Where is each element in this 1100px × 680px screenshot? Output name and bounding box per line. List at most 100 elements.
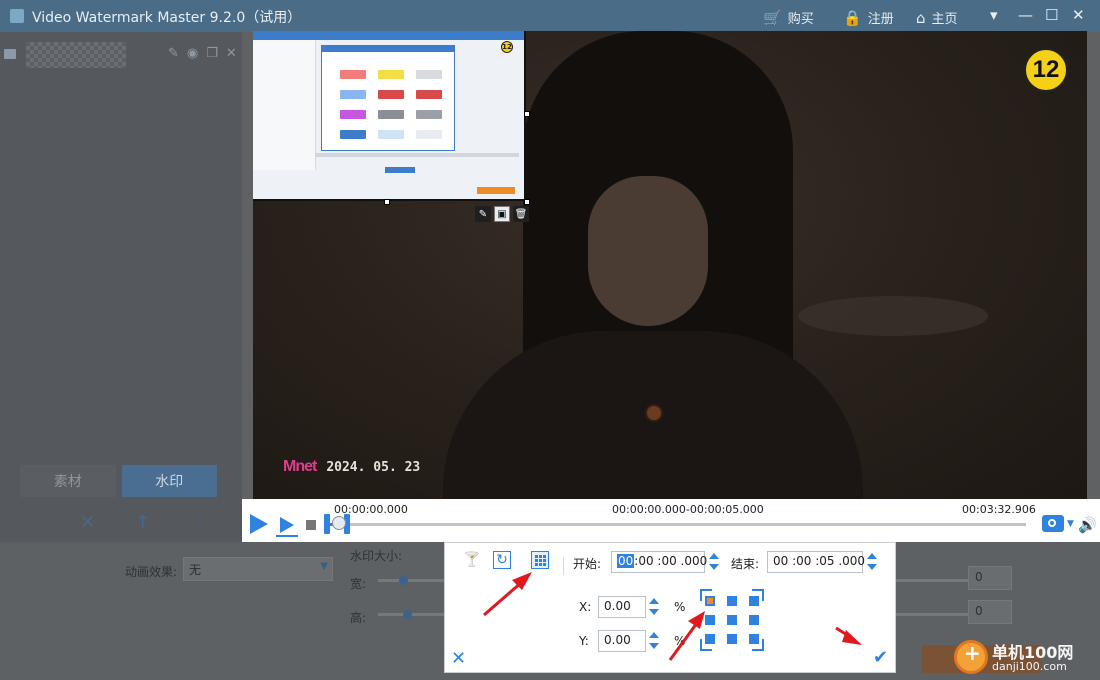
anchor-top-right[interactable] xyxy=(749,596,759,606)
home-icon: ⌂ xyxy=(916,8,926,27)
resize-handle-corner[interactable] xyxy=(524,199,530,205)
register-button[interactable]: 🔒 注册 xyxy=(843,8,894,28)
remove-icon[interactable]: ✕ xyxy=(80,512,95,533)
panel-tabs: 素材 水印 xyxy=(20,465,217,497)
start-hours: 00 xyxy=(617,554,635,568)
image-layer-icon xyxy=(4,49,16,59)
date-overlay: 2024. 05. 23 xyxy=(326,459,421,475)
anchor-bottom-center[interactable] xyxy=(727,634,737,644)
start-spinner[interactable] xyxy=(709,553,719,571)
anchor-middle-left[interactable] xyxy=(705,615,715,625)
watermark-layer-row[interactable]: ✎ ◉ ❐ ✕ xyxy=(4,42,237,68)
edit-icon[interactable]: ✎ xyxy=(168,46,179,61)
chevron-down-icon[interactable]: ▼ xyxy=(1067,519,1074,529)
play-range-icon[interactable] xyxy=(276,515,298,537)
anchor-bottom-right[interactable] xyxy=(749,634,759,644)
height-label: 高: xyxy=(350,611,367,625)
x-percent: % xyxy=(674,600,686,614)
start-time-input[interactable]: 00:00 :00 .000 xyxy=(611,551,708,573)
tab-watermark[interactable]: 水印 xyxy=(121,465,217,497)
layer-panel: ✎ ◉ ❐ ✕ 素材 水印 ✕ ↑ ↓ xyxy=(0,32,242,542)
home-label: 主页 xyxy=(931,12,958,27)
tab-material[interactable]: 素材 xyxy=(20,465,116,497)
cancel-icon[interactable]: ✕ xyxy=(451,648,466,669)
video-number-badge: 12 xyxy=(1024,48,1068,92)
animation-select[interactable]: 无 ▼ xyxy=(183,557,333,581)
end-time-input[interactable]: 00 :00 :05 .000 xyxy=(767,551,865,573)
chevron-down-icon: ▼ xyxy=(320,561,328,572)
maximize-icon[interactable]: ☐ xyxy=(1045,6,1058,24)
trash-icon[interactable]: 🗑 xyxy=(513,206,529,222)
confirm-check-icon[interactable]: ✔ xyxy=(873,647,888,668)
title-bar: Video Watermark Master 9.2.0（试用） 🛒 购买 🔒 … xyxy=(0,0,1100,32)
menu-dropdown-icon[interactable]: ▾ xyxy=(990,6,998,24)
selected-range-time: 00:00:00.000-00:00:05.000 xyxy=(612,503,764,516)
timeline-bar: 00:00:00.000 00:00:00.000-00:00:05.000 0… xyxy=(242,499,1100,542)
watermark-toolbar: ✎ ▣ 🗑 xyxy=(475,206,529,222)
range-start-handle[interactable] xyxy=(324,514,330,534)
watermark-size-label: 水印大小: xyxy=(350,549,403,563)
end-spinner[interactable] xyxy=(867,553,877,571)
camera-icon[interactable] xyxy=(1042,515,1064,532)
minimize-icon[interactable]: — xyxy=(1018,6,1033,24)
x-input[interactable]: 0.00 xyxy=(598,596,646,618)
anchor-center[interactable] xyxy=(727,615,737,625)
width-label: 宽: xyxy=(350,577,367,591)
animation-label: 动画效果: xyxy=(125,565,178,579)
timeline-track[interactable] xyxy=(330,523,1026,526)
site-watermark: 单机100网 danji100.com xyxy=(954,638,1100,680)
width-slider-handle[interactable] xyxy=(399,576,408,585)
width-input[interactable]: 0 xyxy=(968,566,1012,590)
channel-logo: Mnet xyxy=(283,458,317,475)
layer-thumbnail xyxy=(26,42,126,68)
animation-value: 无 xyxy=(189,563,202,577)
cart-icon: 🛒 xyxy=(763,8,782,27)
anchor-top-center[interactable] xyxy=(727,596,737,606)
x-spinner[interactable] xyxy=(649,598,659,616)
move-up-icon[interactable]: ↑ xyxy=(135,512,150,533)
y-input[interactable]: 0.00 xyxy=(598,630,646,652)
stop-icon[interactable] xyxy=(306,520,316,530)
position-grid-icon[interactable] xyxy=(531,551,549,569)
anchor-top-left[interactable] xyxy=(705,596,715,606)
watermark-badge: 12 xyxy=(501,41,513,53)
rotate-icon[interactable]: ↻ xyxy=(493,551,511,569)
resize-handle-bottom[interactable] xyxy=(384,199,390,205)
play-icon[interactable] xyxy=(250,514,268,534)
height-slider-handle[interactable] xyxy=(403,610,412,619)
y-percent: % xyxy=(674,634,686,648)
height-input[interactable]: 0 xyxy=(968,600,1012,624)
video-preview[interactable]: 12 Mnet 2024. 05. 23 12 ✎ ▣ 🗑 xyxy=(253,31,1087,499)
total-duration: 00:03:32.906 xyxy=(962,503,1036,516)
delete-icon[interactable]: ✕ xyxy=(226,46,237,61)
app-title: Video Watermark Master 9.2.0（试用） xyxy=(32,10,302,26)
buy-button[interactable]: 🛒 购买 xyxy=(763,8,814,28)
eye-icon[interactable]: ◉ xyxy=(187,46,198,61)
y-spinner[interactable] xyxy=(649,632,659,650)
app-logo-icon xyxy=(10,9,24,23)
pencil-icon[interactable]: ✎ xyxy=(475,206,491,222)
buy-label: 购买 xyxy=(787,12,814,27)
resize-handle-right[interactable] xyxy=(524,111,530,117)
y-label: Y: xyxy=(579,634,589,648)
volume-icon[interactable]: 🔊 xyxy=(1078,516,1098,534)
watermark-position-dialog: 🍸 ↻ 开始: 00:00 :00 .000 结束: 00 :00 :05 .0… xyxy=(444,542,896,673)
lock-icon: 🔒 xyxy=(843,8,862,27)
site-logo-icon xyxy=(954,640,988,674)
end-label: 结束: xyxy=(731,557,760,571)
start-rest: :00 :00 .000 xyxy=(634,554,708,568)
x-label: X: xyxy=(579,600,592,614)
close-icon[interactable]: ✕ xyxy=(1072,6,1085,24)
copy-icon[interactable]: ❐ xyxy=(206,46,218,61)
home-button[interactable]: ⌂ 主页 xyxy=(916,8,958,28)
playhead-knob[interactable] xyxy=(332,516,346,530)
site-url: danji100.com xyxy=(992,660,1067,673)
image-icon[interactable]: ▣ xyxy=(494,206,510,222)
channel-overlay: Mnet 2024. 05. 23 xyxy=(283,458,420,476)
move-down-icon[interactable]: ↓ xyxy=(190,512,205,533)
goblet-icon[interactable]: 🍸 xyxy=(463,551,481,569)
anchor-middle-right[interactable] xyxy=(749,615,759,625)
anchor-position-grid xyxy=(700,589,764,651)
watermark-image[interactable]: 12 xyxy=(253,31,526,201)
anchor-bottom-left[interactable] xyxy=(705,634,715,644)
